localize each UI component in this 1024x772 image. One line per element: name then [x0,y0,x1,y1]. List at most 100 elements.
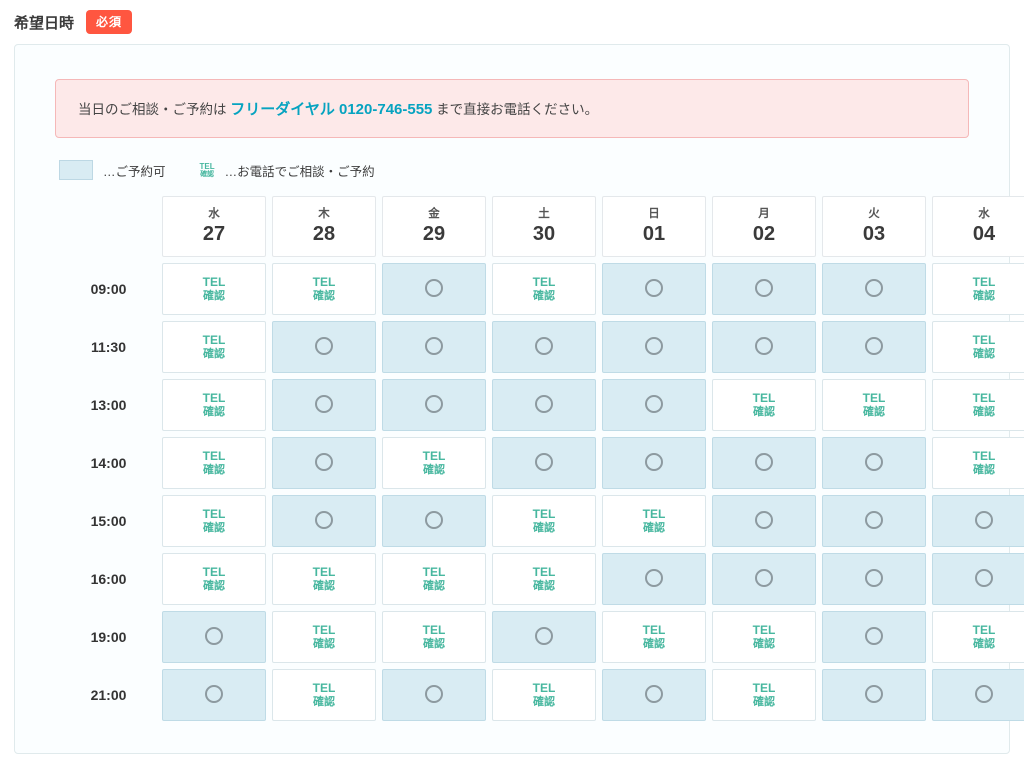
tel-confirm-label: TEL確認 [274,624,374,650]
slot-available[interactable] [162,611,266,663]
slot-available[interactable] [712,437,816,489]
day-of-month: 27 [163,223,265,246]
time-label: 14:00 [61,437,156,489]
time-label: 19:00 [61,611,156,663]
legend-tel-label: …お電話でご相談・ご予約 [225,161,375,180]
slot-available[interactable] [382,495,486,547]
tel-confirm-label: TEL確認 [384,450,484,476]
day-header: 木 28 [272,196,376,257]
day-header: 火03 [822,196,926,257]
tel-confirm-label: TEL確認 [164,508,264,534]
slot-available[interactable] [272,379,376,431]
time-label: 15:00 [61,495,156,547]
tel-confirm-label: TEL確認 [164,566,264,592]
tel-confirm-label: TEL確認 [494,276,594,302]
slot-available[interactable] [602,379,706,431]
day-of-week: 火 [823,205,925,221]
day-of-week: 水 [163,205,265,221]
slot-available[interactable] [492,321,596,373]
slot-available[interactable] [492,379,596,431]
day-header: 金 29 [382,196,486,257]
slot-available[interactable] [272,495,376,547]
circle-icon [865,685,883,703]
slot-available[interactable] [932,495,1024,547]
day-of-week: 金 [383,205,485,221]
slot-available[interactable] [822,669,926,721]
slot-available[interactable] [492,437,596,489]
tel-confirm-label: TEL確認 [494,566,594,592]
calendar-panel: 当日のご相談・ご予約は フリーダイヤル 0120-746-555 まで直接お電話… [14,44,1010,754]
slot-available[interactable] [712,495,816,547]
slot-tel-confirm: TEL確認 [492,263,596,315]
tel-confirm-label: TEL確認 [604,508,704,534]
day-of-month: 29 [383,223,485,246]
slot-available[interactable] [822,321,926,373]
legend-tel-swatch: TEL 確認 [200,163,215,178]
slot-available[interactable] [272,321,376,373]
slot-tel-confirm: TEL確認 [272,553,376,605]
slot-available[interactable] [162,669,266,721]
tel-confirm-label: TEL確認 [714,624,814,650]
time-label: 11:30 [61,321,156,373]
circle-icon [535,627,553,645]
slot-available[interactable] [382,263,486,315]
slot-available[interactable] [602,437,706,489]
day-of-week: 月 [713,205,815,221]
slot-available[interactable] [382,321,486,373]
circle-icon [425,395,443,413]
day-of-week: 木 [273,205,375,221]
circle-icon [535,395,553,413]
slot-tel-confirm: TEL確認 [162,495,266,547]
slot-available[interactable] [602,669,706,721]
slot-available[interactable] [492,611,596,663]
slot-available[interactable] [382,379,486,431]
notice-post: まで直接お電話ください。 [436,102,598,117]
day-of-month: 28 [273,223,375,246]
day-of-month: 02 [713,223,815,246]
free-dial-link[interactable]: フリーダイヤル 0120-746-555 [230,101,432,118]
tel-confirm-label: TEL確認 [934,392,1024,418]
tel-confirm-label: TEL確認 [274,566,374,592]
circle-icon [755,453,773,471]
slot-available[interactable] [712,553,816,605]
slot-tel-confirm: TEL確認 [162,321,266,373]
tel-confirm-label: TEL確認 [164,450,264,476]
slot-tel-confirm: TEL確認 [492,495,596,547]
slot-available[interactable] [822,495,926,547]
slot-available[interactable] [822,611,926,663]
circle-icon [755,569,773,587]
slot-available[interactable] [382,669,486,721]
circle-icon [755,279,773,297]
day-of-month: 01 [603,223,705,246]
circle-icon [205,627,223,645]
slot-available[interactable] [712,321,816,373]
tel-confirm-label: TEL確認 [274,682,374,708]
day-header: 月 02 [712,196,816,257]
circle-icon [425,279,443,297]
tel-confirm-label: TEL確認 [384,566,484,592]
slot-available[interactable] [602,321,706,373]
day-of-month: 04 [933,223,1024,246]
slot-available[interactable] [272,437,376,489]
slot-available[interactable] [932,553,1024,605]
slot-tel-confirm: TEL確認 [382,611,486,663]
circle-icon [865,453,883,471]
circle-icon [315,453,333,471]
day-of-week: 日 [603,205,705,221]
slot-available[interactable] [932,669,1024,721]
circle-icon [645,337,663,355]
circle-icon [425,337,443,355]
slot-available[interactable] [822,553,926,605]
slot-available[interactable] [602,263,706,315]
circle-icon [645,395,663,413]
tel-confirm-label: TEL確認 [274,276,374,302]
circle-icon [645,279,663,297]
slot-available[interactable] [822,263,926,315]
slot-available[interactable] [712,263,816,315]
slot-available[interactable] [822,437,926,489]
slot-available[interactable] [602,553,706,605]
circle-icon [975,569,993,587]
required-badge: 必須 [86,10,132,34]
slot-tel-confirm: TEL確認 [272,263,376,315]
slot-tel-confirm: TEL確認 [492,553,596,605]
